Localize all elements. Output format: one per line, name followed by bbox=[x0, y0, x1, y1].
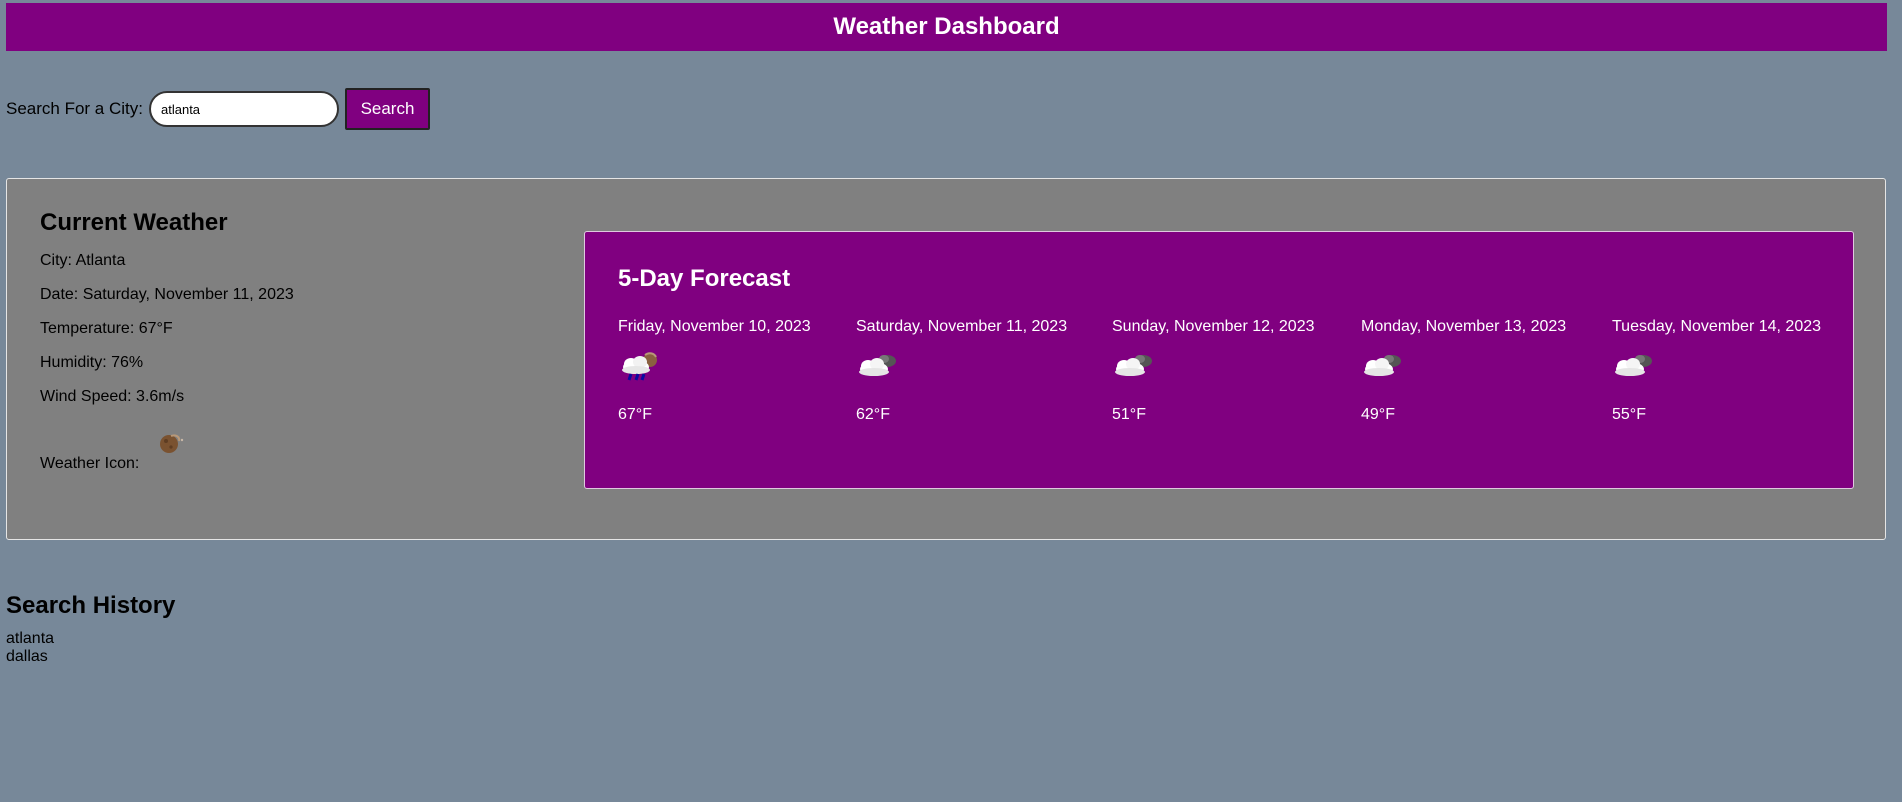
forecast-heading: 5-Day Forecast bbox=[618, 265, 791, 292]
page-title: Weather Dashboard bbox=[833, 13, 1060, 40]
current-humidity: Humidity: 76% bbox=[40, 354, 144, 371]
city-search-input[interactable] bbox=[149, 91, 339, 127]
current-city: City: Atlanta bbox=[40, 252, 126, 269]
search-history: Search History atlanta dallas bbox=[6, 592, 175, 666]
forecast-temp: 55°F bbox=[1612, 406, 1646, 423]
forecast-temp: 62°F bbox=[856, 406, 890, 423]
night-cloud-icon bbox=[1112, 350, 1315, 390]
weather-panel: Current Weather City: Atlanta Date: Satu… bbox=[6, 178, 1886, 540]
app-header: Weather Dashboard bbox=[6, 3, 1887, 51]
night-cloud-icon bbox=[1612, 350, 1821, 390]
current-wind-speed: Wind Speed: 3.6m/s bbox=[40, 388, 185, 405]
forecast-temp: 51°F bbox=[1112, 406, 1146, 423]
forecast-date: Monday, November 13, 2023 bbox=[1361, 318, 1567, 335]
forecast-temp: 67°F bbox=[618, 406, 652, 423]
current-weather-icon-row: Weather Icon: bbox=[40, 425, 540, 473]
search-label: Search For a City: bbox=[6, 99, 143, 118]
forecast-day: Tuesday, November 14, 2023 55°F bbox=[1612, 318, 1821, 424]
night-cloud-icon bbox=[856, 350, 1067, 390]
forecast-temp: 49°F bbox=[1361, 406, 1395, 423]
forecast-date: Saturday, November 11, 2023 bbox=[856, 318, 1068, 335]
weather-icon-label: Weather Icon: bbox=[40, 455, 140, 472]
current-weather: Current Weather City: Atlanta Date: Satu… bbox=[40, 209, 540, 473]
forecast-panel: 5-Day Forecast Friday, November 10, 2023… bbox=[584, 231, 1854, 489]
night-rain-cloud-icon bbox=[618, 350, 811, 390]
forecast-day: Friday, November 10, 2023 67°F bbox=[618, 318, 811, 424]
current-weather-heading: Current Weather bbox=[40, 209, 228, 236]
history-item[interactable]: atlanta bbox=[6, 630, 175, 648]
forecast-date: Sunday, November 12, 2023 bbox=[1112, 318, 1315, 335]
forecast-date: Tuesday, November 14, 2023 bbox=[1612, 318, 1822, 335]
forecast-date: Friday, November 10, 2023 bbox=[618, 318, 811, 335]
forecast-day: Monday, November 13, 2023 49°F bbox=[1361, 318, 1566, 424]
search-bar: Search For a City: Search bbox=[6, 88, 430, 130]
forecast-day: Sunday, November 12, 2023 51°F bbox=[1112, 318, 1315, 424]
forecast-day: Saturday, November 11, 2023 62°F bbox=[856, 318, 1067, 424]
night-cloud-icon bbox=[1361, 350, 1566, 390]
current-date: Date: Saturday, November 11, 2023 bbox=[40, 286, 294, 303]
history-item[interactable]: dallas bbox=[6, 648, 175, 666]
search-button[interactable]: Search bbox=[345, 88, 430, 130]
search-history-heading: Search History bbox=[6, 592, 176, 619]
night-moon-icon bbox=[157, 431, 185, 460]
current-temperature: Temperature: 67°F bbox=[40, 320, 173, 337]
